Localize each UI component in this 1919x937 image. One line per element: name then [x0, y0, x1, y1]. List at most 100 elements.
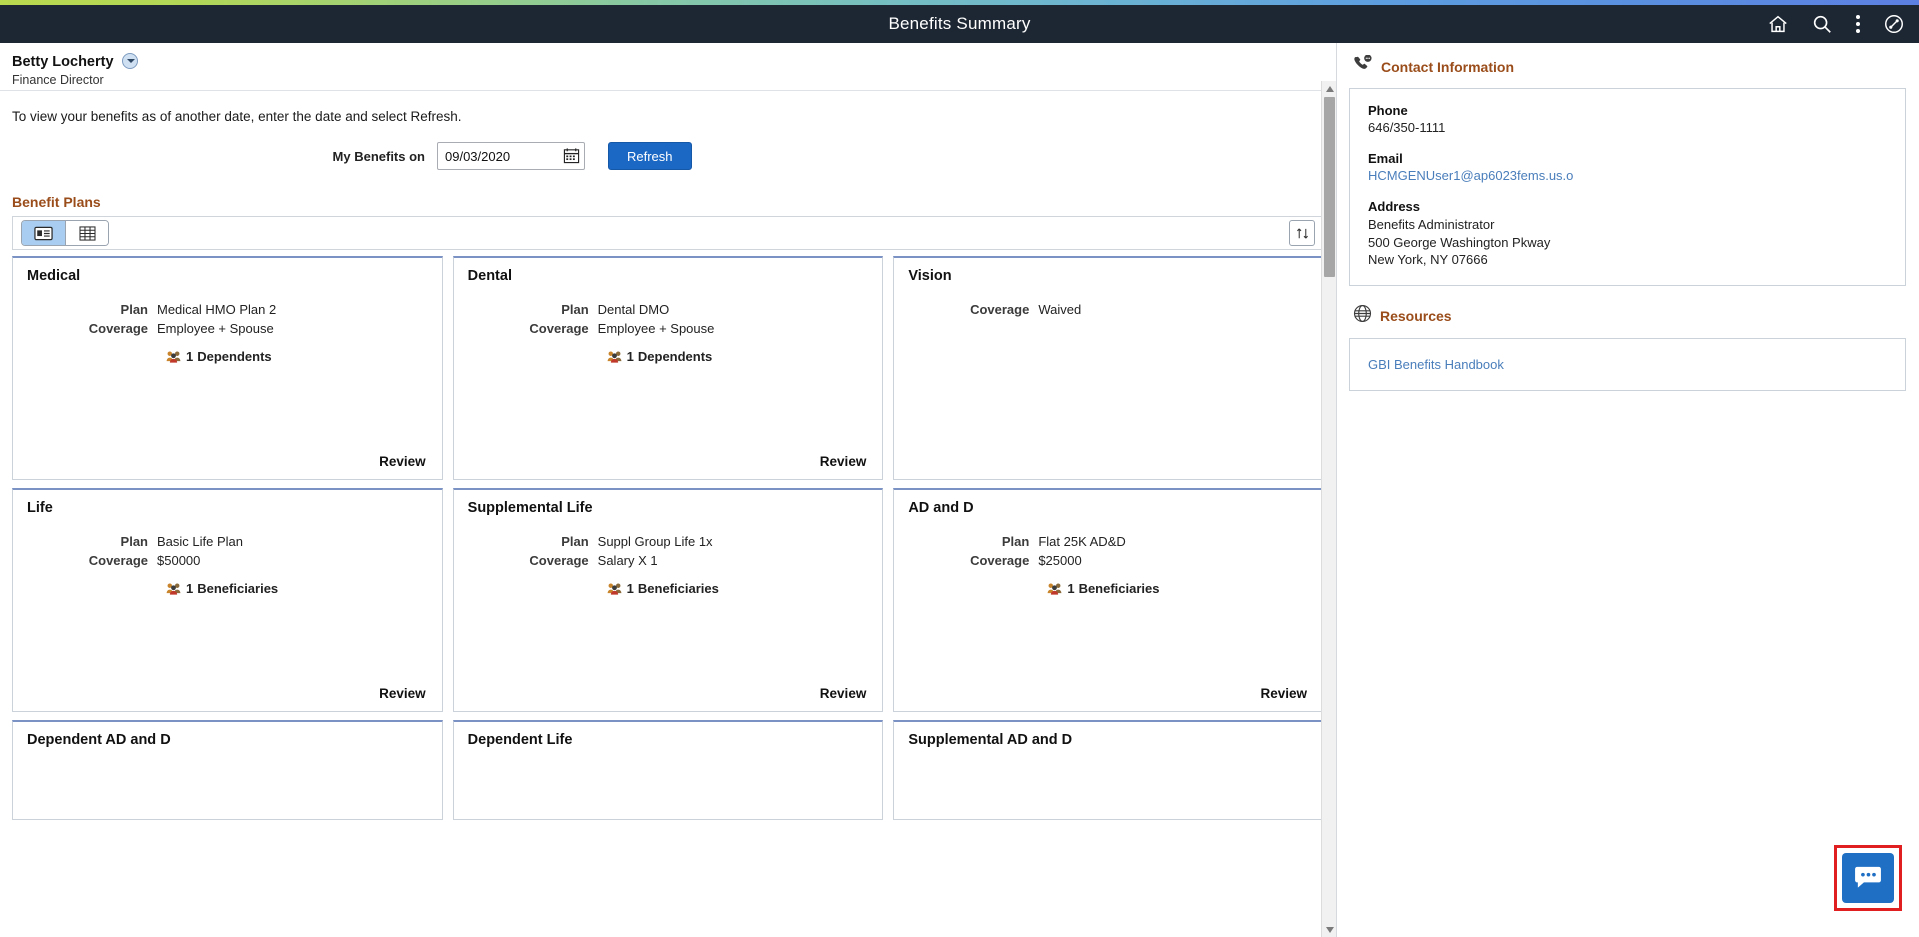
card-title: Medical [27, 268, 81, 284]
coverage-row: Coverage Waived [908, 302, 1309, 317]
card-title: AD and D [908, 500, 974, 516]
resource-link-handbook[interactable]: GBI Benefits Handbook [1368, 357, 1887, 372]
instruction-text: To view your benefits as of another date… [12, 109, 462, 124]
benefit-plans-grid: Medical Plan Medical HMO Plan 2 Coverage… [12, 256, 1324, 820]
plan-row: Plan Medical HMO Plan 2 [27, 302, 428, 317]
dependents-label: Dependents [197, 349, 272, 364]
plan-value: Dental DMO [597, 302, 670, 317]
coverage-value: Salary X 1 [597, 553, 658, 568]
beneficiaries-count: 1 [626, 581, 634, 596]
benefit-card-supplemental-ad-and-d[interactable]: Supplemental AD and D [893, 720, 1324, 820]
beneficiaries-count: 1 [186, 581, 194, 596]
date-field-wrapper [437, 142, 585, 170]
review-link[interactable]: Review [820, 686, 867, 701]
coverage-row: Coverage $50000 [27, 553, 428, 568]
plan-row: Plan Suppl Group Life 1x [468, 534, 869, 549]
grid-view-button[interactable] [65, 221, 108, 245]
coverage-row: Coverage $25000 [908, 553, 1309, 568]
phone-label: Phone [1368, 103, 1408, 118]
benefit-card-dental[interactable]: Dental Plan Dental DMO Coverage Employee… [452, 256, 884, 480]
card-title: Dependent Life [467, 732, 573, 748]
navigator-icon[interactable] [1883, 13, 1905, 35]
review-link[interactable]: Review [379, 686, 426, 701]
benefit-card-supplemental-life[interactable]: Supplemental Life Plan Suppl Group Life … [452, 488, 884, 712]
refresh-button[interactable]: Refresh [608, 142, 692, 170]
chevron-down-icon[interactable] [121, 52, 138, 69]
people-group-icon [166, 350, 181, 363]
card-title: Supplemental AD and D [908, 732, 1073, 748]
sort-icon[interactable] [1289, 220, 1315, 246]
address-line-1: Benefits Administrator [1368, 217, 1495, 232]
globe-icon [1353, 304, 1372, 328]
beneficiaries-label: Beneficiaries [1078, 581, 1160, 596]
scroll-down-arrow-icon[interactable] [1322, 922, 1336, 937]
scrollbar-thumb[interactable] [1324, 97, 1335, 277]
chat-button[interactable] [1842, 853, 1894, 903]
card-title: Dental [467, 268, 512, 284]
calendar-icon[interactable] [563, 147, 580, 169]
beneficiaries-count: 1 [1067, 581, 1075, 596]
page-title: Benefits Summary [888, 14, 1031, 33]
home-icon[interactable] [1767, 13, 1789, 35]
review-link[interactable]: Review [1260, 686, 1307, 701]
benefit-card-ad-and-d[interactable]: AD and D Plan Flat 25K AD&D Coverage $25… [893, 488, 1324, 712]
actions-menu-icon[interactable] [1855, 13, 1861, 35]
dependents-row[interactable]: 1 Dependents [468, 349, 869, 364]
review-link[interactable]: Review [379, 454, 426, 469]
benefit-card-dependent-life[interactable]: Dependent Life [452, 720, 884, 820]
benefit-card-life[interactable]: Life Plan Basic Life Plan Coverage $5000… [12, 488, 443, 712]
dependents-count: 1 [626, 349, 634, 364]
right-sidebar: Contact Information Phone 646/350-1111 E… [1337, 43, 1918, 937]
people-group-icon [607, 350, 622, 363]
contact-information-box: Phone 646/350-1111 Email HCMGENUser1@ap6… [1349, 88, 1906, 286]
coverage-row: Coverage Salary X 1 [468, 553, 869, 568]
person-job-title: Finance Director [12, 73, 104, 87]
main-scrollbar[interactable] [1321, 81, 1336, 937]
card-title: Vision [908, 268, 952, 284]
coverage-value: Employee + Spouse [597, 321, 715, 336]
benefit-card-medical[interactable]: Medical Plan Medical HMO Plan 2 Coverage… [12, 256, 443, 480]
address-label: Address [1368, 199, 1421, 214]
resources-box: GBI Benefits Handbook [1349, 337, 1906, 391]
coverage-row: Coverage Employee + Spouse [27, 321, 428, 336]
email-label: Email [1368, 151, 1403, 166]
page-body: Betty Locherty Finance Director To view … [0, 43, 1919, 937]
dependents-count: 1 [186, 349, 194, 364]
coverage-value: Employee + Spouse [157, 321, 274, 336]
email-link[interactable]: HCMGENUser1@ap6023fems.us.o [1368, 168, 1573, 183]
search-icon[interactable] [1811, 13, 1833, 35]
beneficiaries-row[interactable]: 1 Beneficiaries [908, 581, 1309, 596]
view-toggle-group [21, 220, 109, 246]
contact-information-header: Contact Information [1349, 43, 1906, 88]
scroll-up-arrow-icon[interactable] [1322, 81, 1336, 96]
card-detail-rows: Coverage Waived [908, 302, 1309, 317]
plan-label: Plan [120, 534, 148, 549]
coverage-label: Coverage [88, 321, 148, 336]
dependents-row[interactable]: 1 Dependents [27, 349, 428, 364]
date-field-label: My Benefits on [332, 148, 425, 164]
people-group-icon [1047, 582, 1062, 595]
beneficiaries-label: Beneficiaries [637, 581, 719, 596]
benefit-plans-toolbar [12, 216, 1324, 250]
beneficiaries-row[interactable]: 1 Beneficiaries [468, 581, 869, 596]
people-group-icon [607, 582, 622, 595]
coverage-value: Waived [1038, 302, 1082, 317]
coverage-label: Coverage [529, 553, 589, 568]
coverage-label: Coverage [970, 302, 1030, 317]
coverage-label: Coverage [970, 553, 1030, 568]
coverage-label: Coverage [88, 553, 148, 568]
benefit-card-vision[interactable]: Vision Coverage Waived [893, 256, 1324, 480]
review-link[interactable]: Review [820, 454, 867, 469]
plan-row: Plan Dental DMO [468, 302, 869, 317]
beneficiaries-row[interactable]: 1 Beneficiaries [27, 581, 428, 596]
email-value-wrapper: HCMGENUser1@ap6023fems.us.o [1368, 168, 1887, 183]
coverage-label: Coverage [529, 321, 589, 336]
tile-view-button[interactable] [22, 221, 65, 245]
chat-widget[interactable] [1834, 845, 1902, 911]
address-line-2: 500 George Washington Pkway [1368, 234, 1551, 250]
plan-label: Plan [120, 302, 148, 317]
resources-title: Resources [1380, 307, 1452, 324]
benefit-card-dependent-ad-and-d[interactable]: Dependent AD and D [12, 720, 443, 820]
card-detail-rows: Plan Suppl Group Life 1x Coverage Salary… [468, 534, 869, 568]
person-name: Betty Locherty [12, 53, 114, 70]
